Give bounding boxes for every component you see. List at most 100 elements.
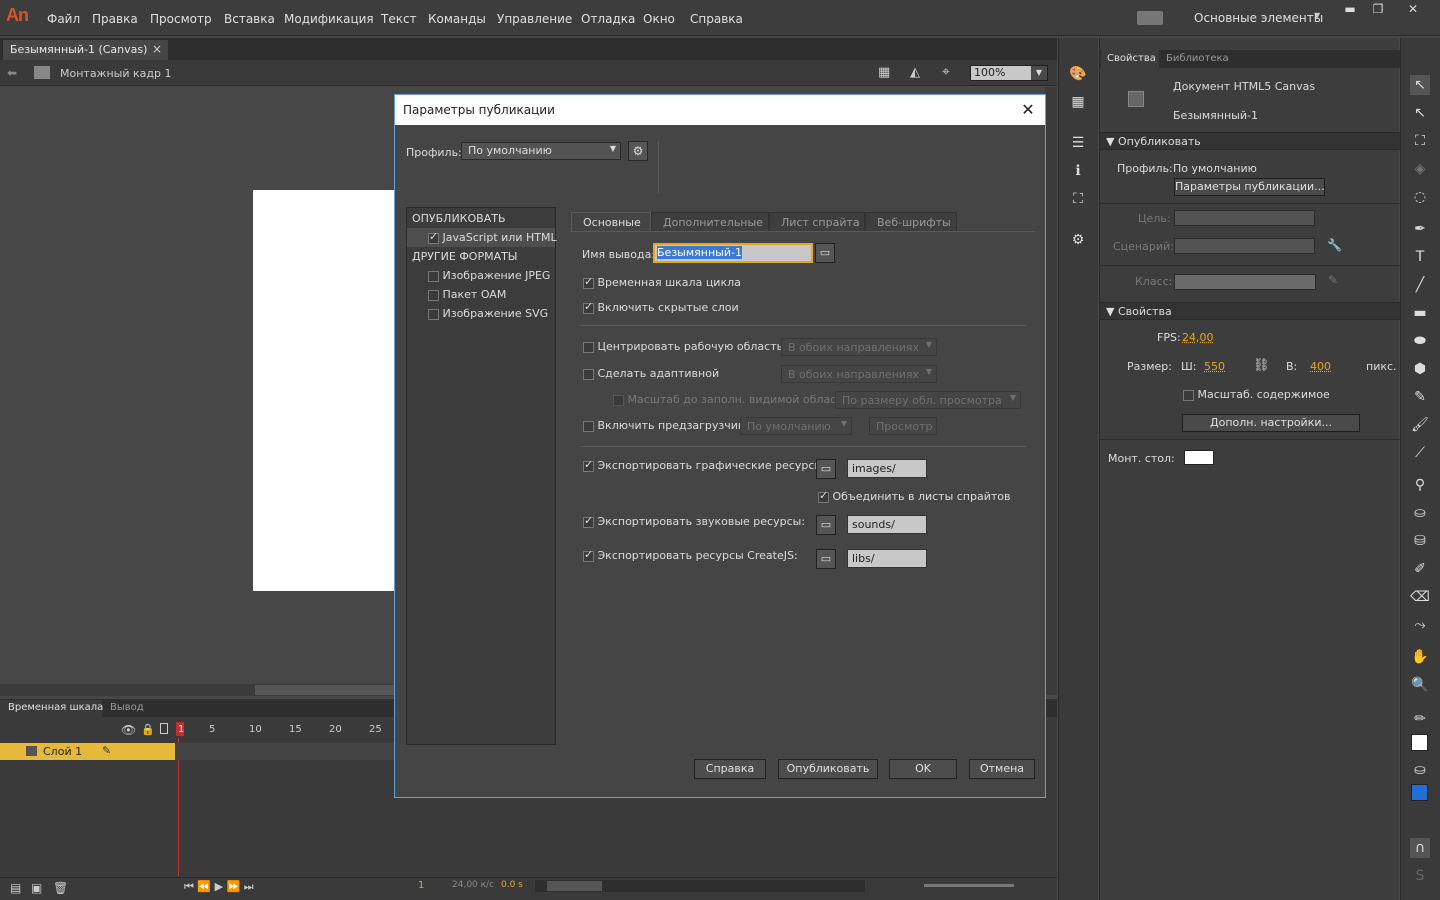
pen-icon[interactable]: ✒ (1410, 219, 1430, 239)
preloader-checkbox[interactable] (583, 420, 594, 432)
cancel-button[interactable]: Отмена (969, 759, 1035, 779)
zoom-tool-icon[interactable]: 🔍 (1410, 675, 1430, 695)
profile-select[interactable]: По умолчанию ▼ (461, 142, 621, 160)
fill-swatch[interactable] (1411, 784, 1428, 801)
stage-vertical-scrollbar[interactable] (1045, 87, 1057, 695)
timeline-zoom-slider[interactable] (924, 884, 1014, 887)
text-tool-icon[interactable]: T (1410, 247, 1430, 267)
stroke-color-icon[interactable]: ✏ (1410, 709, 1430, 729)
swatches-icon[interactable]: ▦ (1068, 92, 1088, 112)
stage-color-swatch[interactable] (1184, 450, 1214, 465)
outline-icon[interactable] (160, 723, 168, 734)
eyedropper-icon[interactable]: ✐ (1410, 559, 1430, 579)
loop-timeline-row[interactable]: Временная шкала цикла (583, 275, 741, 289)
align-icon[interactable]: ☰ (1068, 133, 1088, 153)
pencil-icon[interactable]: ✎ (102, 744, 111, 757)
publish-button[interactable]: Опубликовать (778, 759, 878, 779)
export-createjs-row[interactable]: Экспортировать ресурсы CreateJS: (583, 548, 798, 562)
paint-brush-icon[interactable]: 🖌 (1410, 415, 1430, 435)
svg-item[interactable]: Изображение SVG (428, 307, 548, 320)
menu-text[interactable]: Текст (381, 12, 417, 26)
artboard[interactable] (253, 190, 395, 591)
properties-section-header[interactable]: ▼ Свойства (1100, 302, 1400, 320)
subselection-tool-icon[interactable]: ↖ (1410, 103, 1430, 123)
class-input[interactable] (1174, 274, 1316, 290)
rectangle-tool-icon[interactable]: ▬ (1410, 303, 1430, 323)
fill-color-icon[interactable]: ⛀ (1410, 760, 1430, 780)
info-icon[interactable]: ℹ (1068, 161, 1088, 181)
line-tool-icon[interactable]: ╱ (1410, 275, 1430, 295)
tab-timeline[interactable]: Временная шкала (0, 700, 103, 717)
minimize-button[interactable]: ▬ (1336, 0, 1364, 18)
advanced-settings-button[interactable]: Дополн. настройки... (1182, 414, 1360, 432)
brush-tool-icon[interactable]: ⟋ (1410, 443, 1430, 463)
lock-icon[interactable]: 🔒 (141, 723, 155, 736)
menu-view[interactable]: Просмотр (150, 12, 212, 26)
workspace-switcher[interactable]: Основные элементы (1194, 11, 1323, 25)
dialog-close-button[interactable]: ✕ (1017, 99, 1039, 121)
sounds-path-input[interactable]: sounds/ (847, 515, 927, 534)
publish-settings-button[interactable]: Параметры публикации... (1174, 178, 1325, 196)
hand-tool-icon[interactable]: ✋ (1410, 647, 1430, 667)
oam-checkbox[interactable] (428, 289, 439, 301)
menu-control[interactable]: Управление (497, 12, 572, 26)
tab-basic[interactable]: Основные (571, 212, 651, 232)
target-select[interactable] (1174, 210, 1315, 226)
width-value[interactable]: 550 (1204, 360, 1225, 373)
export-sounds-checkbox[interactable] (583, 514, 594, 528)
preloader-row[interactable]: Включить предзагрузчик (583, 419, 745, 432)
jpeg-checkbox[interactable] (428, 270, 439, 282)
oam-item[interactable]: Пакет OAM (428, 288, 506, 301)
layer-name[interactable]: Слой 1 (43, 745, 82, 758)
profile-gear-icon[interactable]: ⚙ (628, 141, 648, 161)
bone-tool-icon[interactable]: ⚲ (1410, 475, 1430, 495)
include-hidden-row[interactable]: Включить скрытые слои (583, 300, 739, 314)
js-html-item[interactable]: JavaScript или HTML (428, 230, 557, 244)
link-icon[interactable]: ⛓ (1253, 358, 1270, 373)
js-html-checkbox[interactable] (428, 230, 439, 244)
responsive-select[interactable]: В обоих направлениях ▼ (781, 365, 937, 383)
snap-to-objects-icon[interactable]: ∩ (1410, 838, 1430, 858)
transform-icon[interactable]: ⛶ (1068, 189, 1088, 209)
center-stage-checkbox[interactable] (583, 341, 594, 353)
output-name-input[interactable]: Безымянный-1 (653, 243, 813, 263)
free-transform-icon[interactable]: ⛶ (1410, 131, 1430, 151)
lasso-icon[interactable]: ◌ (1410, 187, 1430, 207)
width-tool-icon[interactable]: ⤳ (1410, 615, 1430, 635)
svg-checkbox[interactable] (428, 308, 439, 320)
eraser-icon[interactable]: ⌫ (1410, 587, 1430, 607)
scale-content-row[interactable]: Масштаб. содержимое (1183, 388, 1330, 401)
document-tab[interactable]: Безымянный-1 (Canvas) (3, 40, 168, 60)
menu-commands[interactable]: Команды (428, 12, 486, 26)
help-button[interactable]: Справка (694, 759, 766, 779)
back-arrow-icon[interactable]: ⬅ (7, 66, 17, 80)
menu-help[interactable]: Справка (690, 12, 743, 26)
center-stage-select[interactable]: В обоих направлениях ▼ (781, 338, 937, 356)
menu-file[interactable]: Файл (47, 12, 80, 26)
edit-symbol-icon[interactable]: ◭ (910, 65, 920, 80)
export-createjs-checkbox[interactable] (583, 548, 594, 562)
oval-tool-icon[interactable]: ⬬ (1410, 331, 1430, 351)
new-folder-icon[interactable]: ▣ (31, 881, 42, 895)
smooth-icon[interactable]: S (1410, 866, 1430, 886)
zoom-select[interactable]: 100% ▼ (970, 65, 1048, 81)
images-path-input[interactable]: images/ (847, 459, 927, 478)
preloader-select[interactable]: По умолчанию ▼ (740, 417, 852, 435)
combine-sprites-row[interactable]: Объединить в листы спрайтов (818, 489, 1011, 503)
polystar-tool-icon[interactable]: ⬢ (1410, 359, 1430, 379)
libs-folder-icon[interactable]: ▭ (816, 549, 836, 569)
libs-path-input[interactable]: libs/ (847, 549, 927, 568)
responsive-row[interactable]: Сделать адаптивной (583, 367, 719, 380)
tab-webfonts[interactable]: Веб-шрифты (865, 212, 957, 232)
pencil-icon[interactable]: ✎ (1328, 273, 1338, 287)
components-icon[interactable]: ⚙ (1068, 230, 1088, 250)
playback-controls-icon[interactable]: ⏮ ⏪ ▶ ⏩ ⏭ (184, 880, 254, 894)
menu-insert[interactable]: Вставка (224, 12, 275, 26)
stroke-swatch[interactable] (1411, 734, 1428, 751)
loop-timeline-checkbox[interactable] (583, 275, 594, 289)
workspace-sync-icon[interactable] (1137, 11, 1163, 25)
center-stage-row[interactable]: Центрировать рабочую область (583, 340, 783, 353)
delete-icon[interactable]: 🗑 (53, 881, 68, 895)
timeline-scrollbar[interactable] (535, 880, 865, 892)
tab-library[interactable]: Библиотека (1166, 53, 1229, 64)
